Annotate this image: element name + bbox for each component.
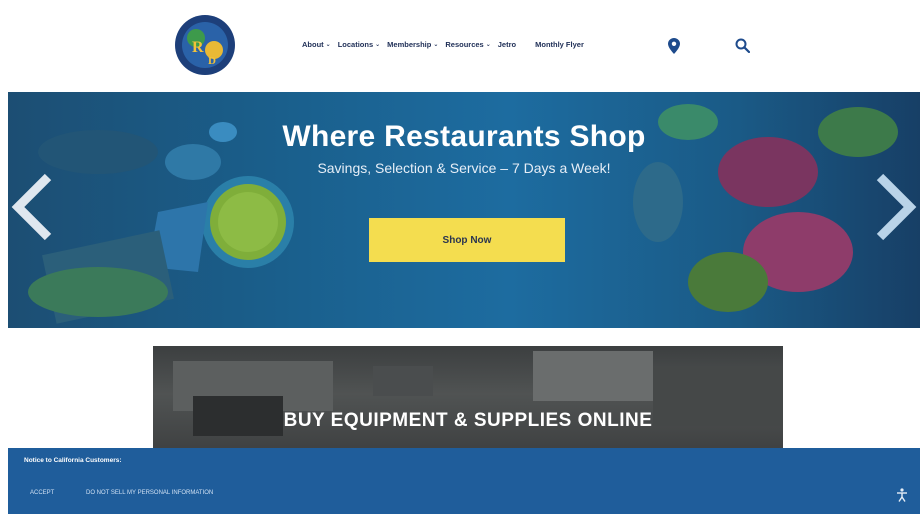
nav-item-label: Membership xyxy=(387,40,432,49)
nav-item-locations[interactable]: Locations ⌄ xyxy=(338,40,380,49)
hero-title: Where Restaurants Shop xyxy=(282,120,646,153)
hero-subtitle: Savings, Selection & Service – 7 Days a … xyxy=(317,160,611,176)
equipment-title: BUY EQUIPMENT & SUPPLIES ONLINE xyxy=(283,410,653,431)
restaurant-depot-logo[interactable]: R D xyxy=(170,8,240,78)
site-header: R D About ⌄ Locations ⌄ Membership ⌄ Res… xyxy=(0,0,920,92)
nav-item-jetro[interactable]: Jetro xyxy=(498,40,516,49)
do-not-sell-link[interactable]: DO NOT SELL MY PERSONAL INFORMATION xyxy=(86,490,213,496)
chevron-down-icon: ⌄ xyxy=(325,42,331,48)
chevron-down-icon: ⌄ xyxy=(375,42,381,48)
main-navigation: About ⌄ Locations ⌄ Membership ⌄ Resourc… xyxy=(302,40,584,49)
shop-now-button[interactable]: Shop Now xyxy=(369,218,565,262)
carousel-prev-arrow[interactable] xyxy=(8,172,60,242)
notice-title: Notice to California Customers: xyxy=(24,457,122,464)
accessibility-icon[interactable] xyxy=(896,488,908,502)
map-pin-icon[interactable] xyxy=(668,38,680,54)
nav-item-label: Resources xyxy=(445,40,484,49)
chevron-down-icon: ⌄ xyxy=(485,42,491,48)
svg-text:D: D xyxy=(208,55,216,67)
hero-banner: Where Restaurants Shop Savings, Selectio… xyxy=(8,92,920,328)
nav-item-label: Jetro xyxy=(497,40,517,49)
carousel-next-arrow[interactable] xyxy=(866,172,920,242)
nav-item-resources[interactable]: Resources ⌄ xyxy=(445,40,490,49)
nav-item-label: Locations xyxy=(337,40,374,49)
search-icon[interactable] xyxy=(735,38,750,53)
nav-item-label: About xyxy=(302,40,324,49)
nav-item-membership[interactable]: Membership ⌄ xyxy=(387,40,438,49)
accept-button[interactable]: ACCEPT xyxy=(30,490,54,496)
nav-item-about[interactable]: About ⌄ xyxy=(302,40,331,49)
privacy-notice-banner: Notice to California Customers: ACCEPT D… xyxy=(8,448,920,514)
chevron-down-icon: ⌄ xyxy=(433,42,439,48)
svg-text:R: R xyxy=(192,39,204,56)
nav-item-label: Monthly Flyer xyxy=(535,40,584,49)
nav-item-monthly-flyer[interactable]: Monthly Flyer xyxy=(535,40,584,49)
